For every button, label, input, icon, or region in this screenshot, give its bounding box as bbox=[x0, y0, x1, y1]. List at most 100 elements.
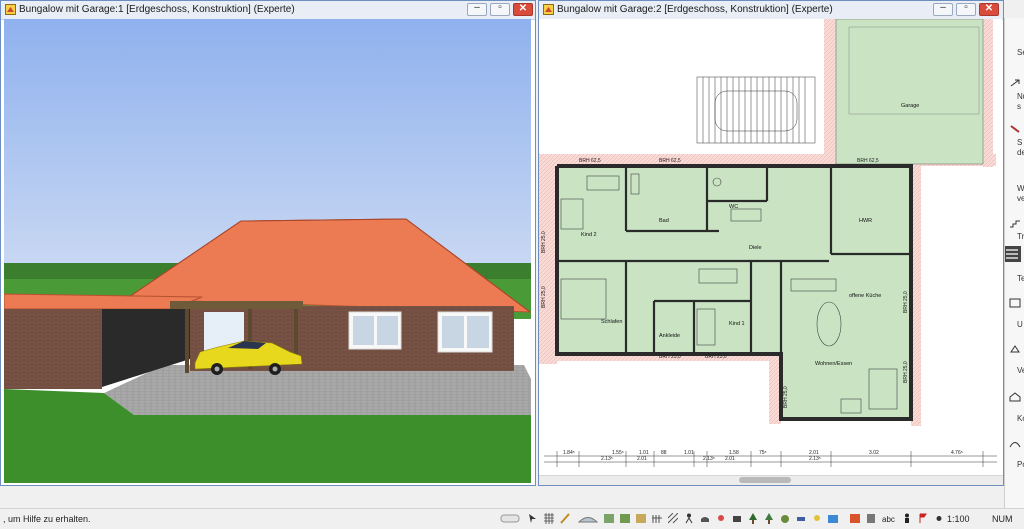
scale-indicator[interactable]: 1:100 bbox=[947, 514, 970, 524]
cursor-icon[interactable] bbox=[528, 513, 538, 524]
vehicle-icon[interactable] bbox=[796, 513, 806, 524]
tool-icon bbox=[1010, 125, 1020, 133]
dimension-label: 2.01 bbox=[725, 456, 735, 462]
plant-icon[interactable] bbox=[604, 513, 614, 524]
collapse-handle[interactable] bbox=[1005, 246, 1021, 267]
grid-icon bbox=[1009, 298, 1021, 308]
window-3d-title: Bungalow mit Garage:1 [Erdgeschoss, Kons… bbox=[19, 4, 295, 15]
side-item-label: S bbox=[1017, 138, 1023, 147]
room-label-hwr: HWR bbox=[859, 218, 872, 224]
floor-plan-canvas[interactable]: Garage Kind 2 Bad WC HWR Diele offene Kü… bbox=[539, 19, 1002, 474]
grid-icon[interactable] bbox=[544, 513, 554, 524]
room-label-offene-kueche: offene Küche bbox=[849, 293, 881, 299]
shrub-icon[interactable] bbox=[780, 513, 790, 524]
side-item-label: Te bbox=[1017, 274, 1024, 283]
room-label-schlafen: Schlafen bbox=[601, 319, 622, 325]
stairs-icon bbox=[1010, 220, 1020, 228]
side-item-label: s bbox=[1017, 102, 1021, 111]
carport-beam bbox=[170, 301, 303, 309]
dimension-label: 1.01 bbox=[684, 450, 694, 456]
menu-icon bbox=[1005, 246, 1021, 262]
flag-icon[interactable] bbox=[918, 513, 928, 524]
room-label-wc: WC bbox=[729, 204, 738, 210]
texture-icon[interactable] bbox=[636, 513, 646, 524]
3d-viewport[interactable] bbox=[4, 19, 531, 483]
minimize-button[interactable]: – bbox=[467, 2, 487, 16]
color-icon[interactable] bbox=[850, 513, 860, 524]
side-item-label: de bbox=[1017, 148, 1024, 157]
floor-plan-drawing: Garage Kind 2 Bad WC HWR Diele offene Kü… bbox=[539, 19, 1002, 474]
scrollbar-thumb[interactable] bbox=[739, 477, 791, 483]
room-label-wohnen-essen: Wohnen/Essen bbox=[815, 361, 852, 367]
num-lock-indicator: NUM bbox=[992, 514, 1013, 524]
dimension-label: 1.84⁵ bbox=[563, 450, 575, 456]
close-icon: ✕ bbox=[984, 3, 994, 14]
person-icon[interactable] bbox=[684, 513, 694, 524]
window-3d-view[interactable]: Bungalow mit Garage:1 [Erdgeschoss, Kons… bbox=[0, 0, 536, 486]
horizontal-scrollbar[interactable] bbox=[539, 475, 1003, 485]
surface-icon[interactable] bbox=[620, 513, 630, 524]
brh-label: BRH 25,0 bbox=[705, 354, 727, 360]
object-icon[interactable] bbox=[866, 513, 876, 524]
brh-label: BRH 25,0 bbox=[903, 361, 909, 383]
close-button[interactable]: ✕ bbox=[979, 3, 999, 16]
maximize-button[interactable]: ▫ bbox=[490, 2, 510, 16]
side-panel: Se Nu s S de W ve Tr Te U Ve Ko Po bbox=[1004, 18, 1024, 508]
maximize-icon: ▫ bbox=[498, 2, 502, 13]
sun-icon[interactable] bbox=[934, 513, 944, 524]
pool-icon[interactable] bbox=[828, 513, 838, 524]
room-label-bad: Bad bbox=[659, 218, 669, 224]
text-icon[interactable]: abc bbox=[882, 513, 896, 524]
side-item-label: Tr bbox=[1017, 232, 1024, 241]
flower-icon[interactable] bbox=[716, 513, 726, 524]
app-icon bbox=[543, 4, 554, 15]
close-button[interactable]: ✕ bbox=[513, 3, 533, 16]
dimension-label: 2.13⁵ bbox=[601, 456, 613, 462]
side-item-label: Po bbox=[1017, 460, 1024, 469]
dimension-label: 2.13⁵ bbox=[809, 456, 821, 462]
side-item-label: Se bbox=[1017, 48, 1024, 57]
fence-icon[interactable] bbox=[652, 513, 662, 524]
terrain-icon[interactable] bbox=[578, 513, 598, 524]
3d-scene bbox=[4, 19, 531, 483]
arrow-icon bbox=[1010, 79, 1020, 87]
window-3d-titlebar[interactable]: Bungalow mit Garage:1 [Erdgeschoss, Kons… bbox=[1, 1, 535, 20]
window-floor-plan[interactable]: Bungalow mit Garage:2 [Erdgeschoss, Kons… bbox=[538, 0, 1004, 486]
dimension-label: 2.13⁵ bbox=[703, 456, 715, 462]
figure-icon[interactable] bbox=[902, 513, 912, 524]
side-item-label: W bbox=[1017, 184, 1024, 193]
snap-icon[interactable] bbox=[500, 513, 520, 524]
light-icon[interactable] bbox=[812, 513, 822, 524]
garage-wall bbox=[4, 309, 102, 389]
paving bbox=[104, 365, 531, 415]
tree-icon[interactable] bbox=[748, 513, 758, 524]
camera-icon[interactable] bbox=[732, 513, 742, 524]
minimize-button[interactable]: – bbox=[933, 2, 953, 16]
pencil-icon[interactable] bbox=[560, 513, 570, 524]
app-icon bbox=[5, 4, 16, 15]
brh-label: BRH 25,0 bbox=[659, 354, 681, 360]
dimension-label: 3.02 bbox=[869, 450, 879, 456]
animal-icon[interactable] bbox=[700, 513, 710, 524]
house-icon bbox=[1009, 392, 1021, 402]
window-plan-titlebar[interactable]: Bungalow mit Garage:2 [Erdgeschoss, Kons… bbox=[539, 1, 1003, 20]
maximize-icon: ▫ bbox=[964, 2, 968, 13]
brh-label: BRH 25,0 bbox=[783, 386, 789, 408]
brh-label: BRH 25,0 bbox=[541, 286, 547, 308]
maximize-button[interactable]: ▫ bbox=[956, 2, 976, 16]
dimension-label: 88 bbox=[661, 450, 667, 456]
close-icon: ✕ bbox=[518, 3, 528, 14]
hatch-icon[interactable] bbox=[668, 513, 678, 524]
minimize-icon: – bbox=[940, 2, 946, 13]
room-label-diele: Diele bbox=[749, 245, 762, 251]
side-item-label: Nu bbox=[1017, 92, 1024, 101]
shape-icon bbox=[1010, 345, 1020, 353]
dimension-label: 75⁵ bbox=[759, 450, 767, 456]
dimension-label: 2.01 bbox=[637, 456, 647, 462]
brh-label: BRH 62,5 bbox=[579, 158, 601, 164]
brh-label: BRH 25,0 bbox=[903, 291, 909, 313]
side-item-label: U bbox=[1017, 320, 1023, 329]
tree-icon[interactable] bbox=[764, 513, 774, 524]
status-hint: , um Hilfe zu erhalten. bbox=[3, 514, 91, 524]
side-item-label: Ko bbox=[1017, 414, 1024, 423]
